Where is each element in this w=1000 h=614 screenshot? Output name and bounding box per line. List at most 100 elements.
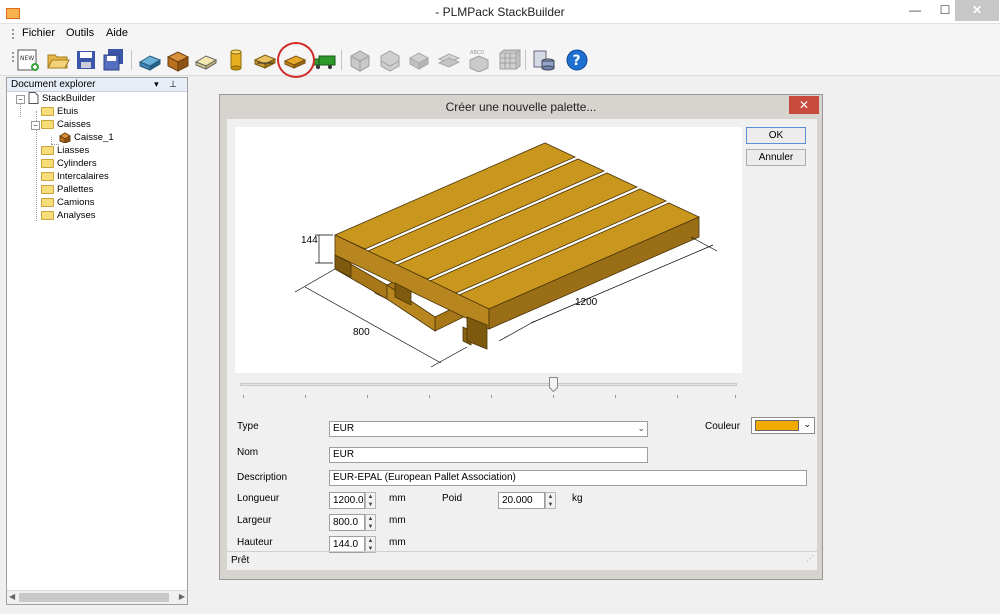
tree-item-pallettes[interactable]: Pallettes — [41, 183, 93, 196]
help-icon[interactable]: ? — [565, 48, 589, 72]
tree-item-analyses[interactable]: Analyses — [41, 209, 96, 222]
svg-text:?: ? — [573, 53, 581, 69]
slider-tick — [553, 395, 554, 398]
menu-outils[interactable]: Outils — [66, 27, 94, 39]
window-title: - PLMPack StackBuilder — [435, 5, 565, 19]
new-bundle-icon[interactable] — [194, 48, 218, 72]
type-select[interactable]: EUR ⌄ — [329, 421, 648, 437]
pallet-preview[interactable]: 144 800 1200 — [235, 127, 742, 373]
tree-item-liasses[interactable]: Liasses — [41, 144, 89, 157]
new-bundle-analysis-icon[interactable] — [407, 48, 431, 72]
close-window-button[interactable]: ✕ — [955, 0, 999, 21]
save-icon[interactable] — [74, 48, 98, 72]
scroll-left-icon[interactable]: ◀ — [9, 592, 15, 601]
color-picker[interactable]: ⌄ — [751, 417, 815, 434]
tree-label: Cylinders — [57, 158, 97, 169]
dialog-title: Créer une nouvelle palette... — [445, 100, 597, 114]
new-truck-icon[interactable] — [313, 48, 337, 72]
svg-text:NEW: NEW — [20, 55, 34, 62]
width-value[interactable]: 800.0 — [329, 514, 365, 531]
tree-item-root[interactable]: StackBuilder — [28, 92, 95, 105]
status-text: Prêt — [231, 555, 250, 566]
new-case-icon[interactable] — [166, 48, 190, 72]
folder-icon — [41, 171, 54, 181]
new-cylinder-icon[interactable] — [224, 48, 248, 72]
weight-label: Poid — [442, 493, 463, 504]
dimension-height: 144 — [301, 235, 318, 246]
width-unit: mm — [389, 515, 406, 526]
spinner-arrows-icon[interactable]: ▲ ▼ — [365, 514, 376, 531]
new-interlayer-analysis-icon[interactable] — [437, 48, 461, 72]
tree-label: Etuis — [57, 106, 79, 117]
resize-grip-icon[interactable]: ⋰ — [806, 550, 814, 568]
slider-tick — [677, 395, 678, 398]
folder-icon — [41, 210, 54, 220]
tree-label: Caisses — [57, 119, 91, 130]
tree-label: StackBuilder — [42, 93, 96, 104]
dialog-close-button[interactable]: ✕ — [789, 96, 819, 114]
open-folder-icon[interactable] — [46, 48, 70, 72]
color-label: Couleur — [705, 421, 741, 432]
new-truck-analysis-icon[interactable]: ABCD — [467, 48, 491, 72]
width-label: Largeur — [237, 515, 272, 526]
tree-item-etuis[interactable]: Etuis — [41, 105, 78, 118]
toolbar-separator — [131, 50, 132, 70]
weight-value[interactable]: 20.000 — [498, 492, 545, 509]
spinner-arrows-icon[interactable]: ▲ ▼ — [545, 492, 556, 509]
scroll-right-icon[interactable]: ▶ — [179, 592, 185, 601]
ok-button[interactable]: OK — [746, 127, 806, 144]
slider-tick — [491, 395, 492, 398]
folder-icon — [41, 184, 54, 194]
new-document-icon[interactable]: NEW — [16, 48, 40, 72]
tree-item-camions[interactable]: Camions — [41, 196, 95, 209]
menu-fichier[interactable]: Fichier — [22, 27, 55, 39]
type-value: EUR — [333, 423, 355, 434]
tree-item-intercalaires[interactable]: Intercalaires — [41, 170, 109, 183]
spinner-arrows-icon[interactable]: ▲ ▼ — [365, 492, 376, 509]
height-unit: mm — [389, 537, 406, 548]
scroll-thumb[interactable] — [19, 593, 169, 602]
toolbar-separator — [525, 50, 526, 70]
weight-unit: kg — [572, 493, 583, 504]
document-icon — [28, 92, 39, 105]
menu-bar: Fichier Outils Aide — [0, 24, 1000, 44]
menu-grip — [12, 29, 14, 39]
tree-item-caisse-1[interactable]: Caisse_1 — [59, 131, 114, 144]
length-label: Longueur — [237, 493, 280, 504]
new-interlayer-icon[interactable] — [253, 48, 277, 72]
name-input[interactable]: EUR — [329, 447, 648, 463]
tree-item-cylinders[interactable]: Cylinders — [41, 157, 97, 170]
new-case-analysis-icon[interactable] — [378, 48, 402, 72]
highlight-ring — [277, 42, 315, 78]
expander-icon[interactable]: − — [16, 95, 25, 104]
folder-icon — [41, 119, 54, 129]
title-bar: - PLMPack StackBuilder — ☐ ✕ — [0, 0, 1000, 24]
cancel-button[interactable]: Annuler — [746, 149, 806, 166]
document-explorer: Document explorer ▾ ⊥ − StackBuilder Etu… — [6, 77, 188, 605]
tree-label: Analyses — [57, 210, 96, 221]
save-all-icon[interactable] — [102, 48, 126, 72]
new-analysis-icon[interactable] — [348, 48, 372, 72]
slider-tick — [735, 395, 736, 398]
svg-text:ABCD: ABCD — [470, 50, 484, 56]
database-icon[interactable] — [532, 48, 556, 72]
height-label: Hauteur — [237, 537, 273, 548]
slider-tick — [429, 395, 430, 398]
expander-icon[interactable]: − — [31, 121, 40, 130]
toolbar-grip — [12, 52, 14, 62]
slider-thumb[interactable] — [549, 377, 559, 392]
tree-line — [51, 137, 52, 144]
dimension-length: 1200 — [575, 297, 598, 308]
tree-item-caisses[interactable]: Caisses — [41, 118, 91, 131]
length-value[interactable]: 1200.0 — [329, 492, 365, 509]
new-optimization-icon[interactable] — [497, 48, 521, 72]
folder-icon — [41, 106, 54, 116]
horizontal-scrollbar[interactable]: ◀ ▶ — [7, 590, 187, 604]
menu-aide[interactable]: Aide — [106, 27, 128, 39]
minimize-button[interactable]: — — [900, 0, 930, 21]
case-icon — [59, 132, 71, 144]
view-angle-slider[interactable] — [240, 383, 737, 386]
explorer-pin-icon[interactable]: ▾ ⊥ — [154, 78, 181, 91]
description-input[interactable]: EUR-EPAL (European Pallet Association) — [329, 470, 807, 486]
new-box-icon[interactable] — [138, 48, 162, 72]
